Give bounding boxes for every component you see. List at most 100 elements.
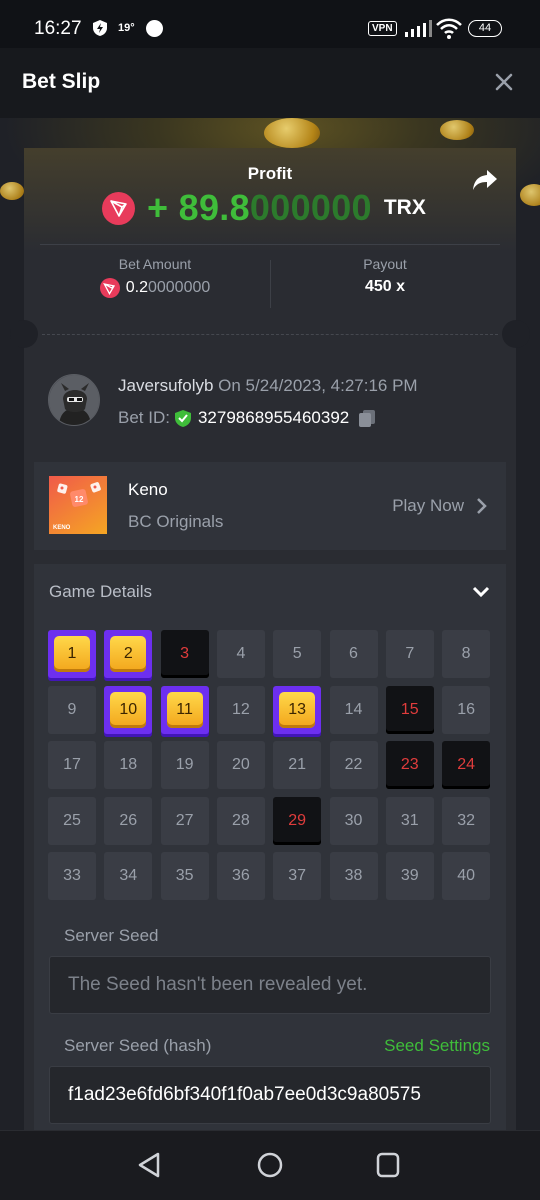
trx-coin-icon — [99, 278, 120, 298]
bet-id-row: Bet ID: 3279868955460392 — [118, 408, 377, 428]
server-seed-hash-label: Server Seed (hash) — [64, 1036, 212, 1055]
profit-row: + 89.8000000 TRX — [102, 186, 426, 230]
chevron-right-icon — [477, 498, 487, 514]
gem-icon: 10 — [110, 691, 147, 728]
keno-cell-1: 1 — [48, 630, 96, 678]
shield-bolt-icon — [93, 20, 107, 36]
bet-id-value: 3279868955460392 — [197, 408, 350, 427]
keno-cell-6: 6 — [329, 630, 378, 678]
bet-id-label: Bet ID: — [118, 408, 170, 427]
coin-decoration — [264, 118, 320, 148]
keno-cell-18: 18 — [104, 741, 153, 789]
keno-cell-2: 2 — [104, 630, 153, 678]
keno-cell-20: 20 — [216, 741, 265, 789]
signal-icon — [405, 20, 432, 37]
bet-slip-content[interactable]: Profit + 89.8000000 TRX Bet Amount 0.2 00… — [0, 118, 540, 1130]
keno-cell-19: 19 — [160, 741, 209, 789]
dashed-divider — [42, 334, 498, 335]
trx-coin-icon — [102, 191, 135, 225]
verified-shield-icon — [174, 409, 191, 427]
play-now-button[interactable]: Play Now — [392, 496, 488, 516]
back-icon[interactable] — [136, 1151, 162, 1179]
chevron-down-icon[interactable] — [472, 584, 490, 600]
keno-cell-17: 17 — [48, 741, 96, 789]
keno-cell-28: 28 — [216, 796, 265, 845]
game-row[interactable]: 12 KENO Keno BC Originals Play Now — [34, 462, 506, 550]
server-seed-label: Server Seed — [64, 926, 159, 945]
game-details-panel: Game Details 1 2 3 4 5 6 7 8 9 10 11 12 13 14 15 16 17 18… — [34, 564, 506, 1130]
keno-cell-16: 16 — [442, 685, 491, 734]
keno-cell-7: 7 — [385, 630, 434, 678]
gem-icon: 1 — [54, 636, 90, 672]
profit-value: + 89.8000000 — [147, 187, 372, 228]
coin-decoration — [520, 184, 540, 206]
system-nav-bar — [0, 1130, 540, 1200]
gem-icon: 11 — [166, 691, 203, 728]
bet-time: On 5/24/2023, 4:27:16 PM — [213, 376, 418, 395]
keno-cell-36: 36 — [216, 852, 265, 900]
copy-icon[interactable] — [357, 408, 377, 428]
keno-thumbnail: 12 KENO — [49, 476, 107, 534]
game-details-title[interactable]: Game Details — [49, 582, 152, 602]
gem-icon: 13 — [279, 691, 316, 728]
avatar[interactable] — [48, 374, 100, 426]
payout-label: Payout — [363, 256, 407, 272]
keno-cell-11: 11 — [160, 685, 209, 734]
keno-cell-5: 5 — [273, 630, 322, 678]
keno-cell-30: 30 — [329, 796, 378, 845]
page-title: Bet Slip — [22, 70, 101, 93]
keno-cell-3: 3 — [160, 630, 209, 678]
keno-cell-15: 15 — [385, 685, 434, 734]
server-seed-hash-field[interactable]: f1ad23e6fd6bf340f1f0ab7ee0d3c9a80575 — [49, 1066, 491, 1124]
gem-icon: 2 — [110, 636, 147, 672]
game-name: Keno — [128, 480, 168, 499]
payout-value: 450 x — [364, 278, 406, 295]
keno-cell-10: 10 — [104, 685, 153, 734]
keno-cell-38: 38 — [329, 852, 378, 900]
game-provider: BC Originals — [128, 512, 224, 531]
keno-cell-37: 37 — [273, 852, 322, 900]
keno-cell-29: 29 — [273, 796, 322, 845]
close-icon[interactable] — [492, 70, 516, 94]
battery-indicator: 44 — [468, 20, 502, 37]
bet-amount-label: Bet Amount — [118, 256, 192, 272]
svg-text:KENO: KENO — [53, 525, 71, 531]
temperature: 19° — [118, 22, 135, 34]
keno-cell-34: 34 — [104, 852, 153, 900]
home-icon[interactable] — [256, 1151, 284, 1179]
divider — [40, 244, 500, 245]
status-bar: 16:27 19° VPN 44 — [0, 0, 540, 48]
username[interactable]: Javersufolyb — [118, 376, 213, 395]
keno-cell-23: 23 — [385, 741, 434, 789]
keno-cell-9: 9 — [48, 685, 96, 734]
profit-currency: TRX — [383, 196, 426, 219]
keno-cell-21: 21 — [273, 741, 322, 789]
share-icon[interactable] — [472, 168, 498, 192]
bet-amount: Bet Amount 0.2 0000000 — [40, 256, 270, 298]
bet-card: Profit + 89.8000000 TRX Bet Amount 0.2 00… — [10, 148, 530, 1130]
wifi-icon — [436, 18, 462, 39]
keno-cell-14: 14 — [329, 685, 378, 734]
vpn-badge: VPN — [368, 21, 397, 36]
keno-cell-4: 4 — [216, 630, 265, 678]
user-info: Javersufolyb On 5/24/2023, 4:27:16 PM — [118, 376, 418, 396]
payout: Payout 450 x — [270, 256, 500, 296]
keno-cell-35: 35 — [160, 852, 209, 900]
keno-cell-12: 12 — [216, 685, 265, 734]
keno-cell-39: 39 — [385, 852, 434, 900]
ticket-notch — [10, 320, 38, 348]
keno-cell-40: 40 — [442, 852, 491, 900]
svg-text:12: 12 — [75, 495, 84, 504]
keno-cell-27: 27 — [160, 796, 209, 845]
clock: 16:27 — [34, 18, 82, 39]
keno-cell-31: 31 — [385, 796, 434, 845]
keno-cell-33: 33 — [48, 852, 96, 900]
server-seed-field[interactable]: The Seed hasn't been revealed yet. — [49, 956, 491, 1014]
coin-decoration — [0, 182, 24, 200]
notification-dot-icon — [146, 20, 163, 37]
seed-settings-link[interactable]: Seed Settings — [384, 1036, 490, 1056]
recents-icon[interactable] — [375, 1151, 401, 1179]
keno-grid: 1 2 3 4 5 6 7 8 9 10 11 12 13 14 15 16 17 18 19 20 21 22 23 24 2… — [48, 630, 492, 906]
bet-amount-value: 0.2 0000000 — [40, 278, 270, 298]
keno-cell-13: 13 — [273, 685, 322, 734]
